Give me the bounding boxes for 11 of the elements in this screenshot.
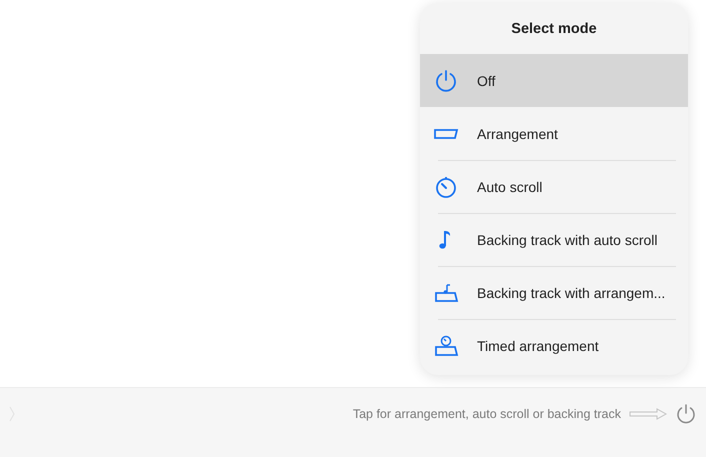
mode-option[interactable]: Auto scroll [420, 160, 688, 213]
mode-option[interactable]: Timed arrangement [420, 319, 688, 372]
hint-text: Tap for arrangement, auto scroll or backing track [352, 406, 621, 420]
popover-title: Select mode [510, 20, 598, 38]
arrow-icon [629, 408, 667, 420]
mode-option[interactable]: Arrangement [420, 107, 688, 160]
mode-option[interactable]: Backing track with auto scroll [420, 213, 688, 266]
mode-option[interactable]: Backing track with arrangem... [420, 266, 688, 319]
power-button[interactable] [675, 402, 697, 424]
power-icon [433, 68, 459, 94]
mode-option[interactable]: Off [420, 54, 688, 107]
